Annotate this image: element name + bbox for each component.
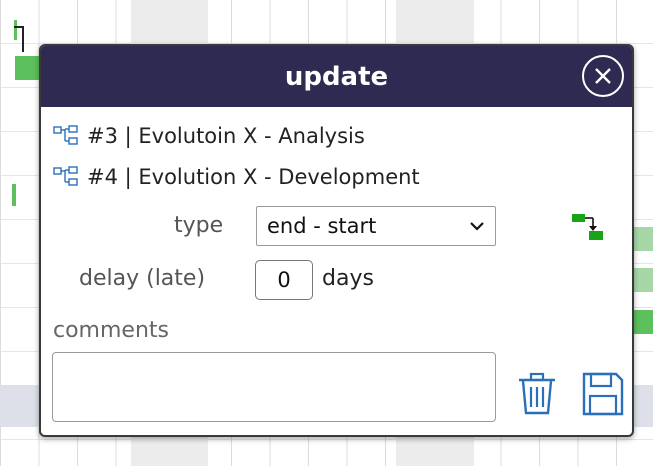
- type-label: type: [174, 213, 224, 238]
- predecessor-task: #3 | Evolutoin X - Analysis: [53, 124, 365, 148]
- type-select[interactable]: end - start: [256, 206, 496, 246]
- gantt-bar[interactable]: [12, 184, 16, 206]
- task-hierarchy-icon: [53, 166, 78, 186]
- predecessor-task-label: #3 | Evolutoin X - Analysis: [87, 124, 365, 148]
- successor-task-label: #4 | Evolution X - Development: [87, 165, 420, 189]
- type-select-value: end - start: [267, 214, 377, 238]
- delay-input[interactable]: 0: [255, 260, 313, 300]
- gantt-bar[interactable]: [634, 310, 653, 334]
- floppy-disk-icon[interactable]: [581, 371, 625, 417]
- close-icon: [595, 68, 611, 84]
- trash-icon[interactable]: [516, 372, 558, 416]
- gantt-bar[interactable]: [634, 268, 653, 292]
- comments-textarea[interactable]: [52, 352, 496, 422]
- gantt-bar-start-marker: [14, 20, 17, 40]
- delay-label: delay (late): [79, 266, 206, 291]
- update-dependency-dialog: update #3 | Evolutoin X - Analysis #4 | …: [39, 44, 634, 437]
- task-hierarchy-icon: [53, 125, 78, 145]
- chevron-down-icon: [470, 222, 484, 231]
- dialog-header: update: [41, 46, 632, 107]
- delay-unit-label: days: [322, 266, 374, 291]
- end-start-dependency-icon: [572, 214, 603, 240]
- close-button[interactable]: [582, 55, 624, 97]
- gantt-link-line: [22, 26, 24, 52]
- gantt-bar[interactable]: [634, 227, 653, 251]
- dialog-title: update: [284, 61, 389, 92]
- comments-label: comments: [53, 318, 169, 343]
- successor-task: #4 | Evolution X - Development: [53, 165, 420, 189]
